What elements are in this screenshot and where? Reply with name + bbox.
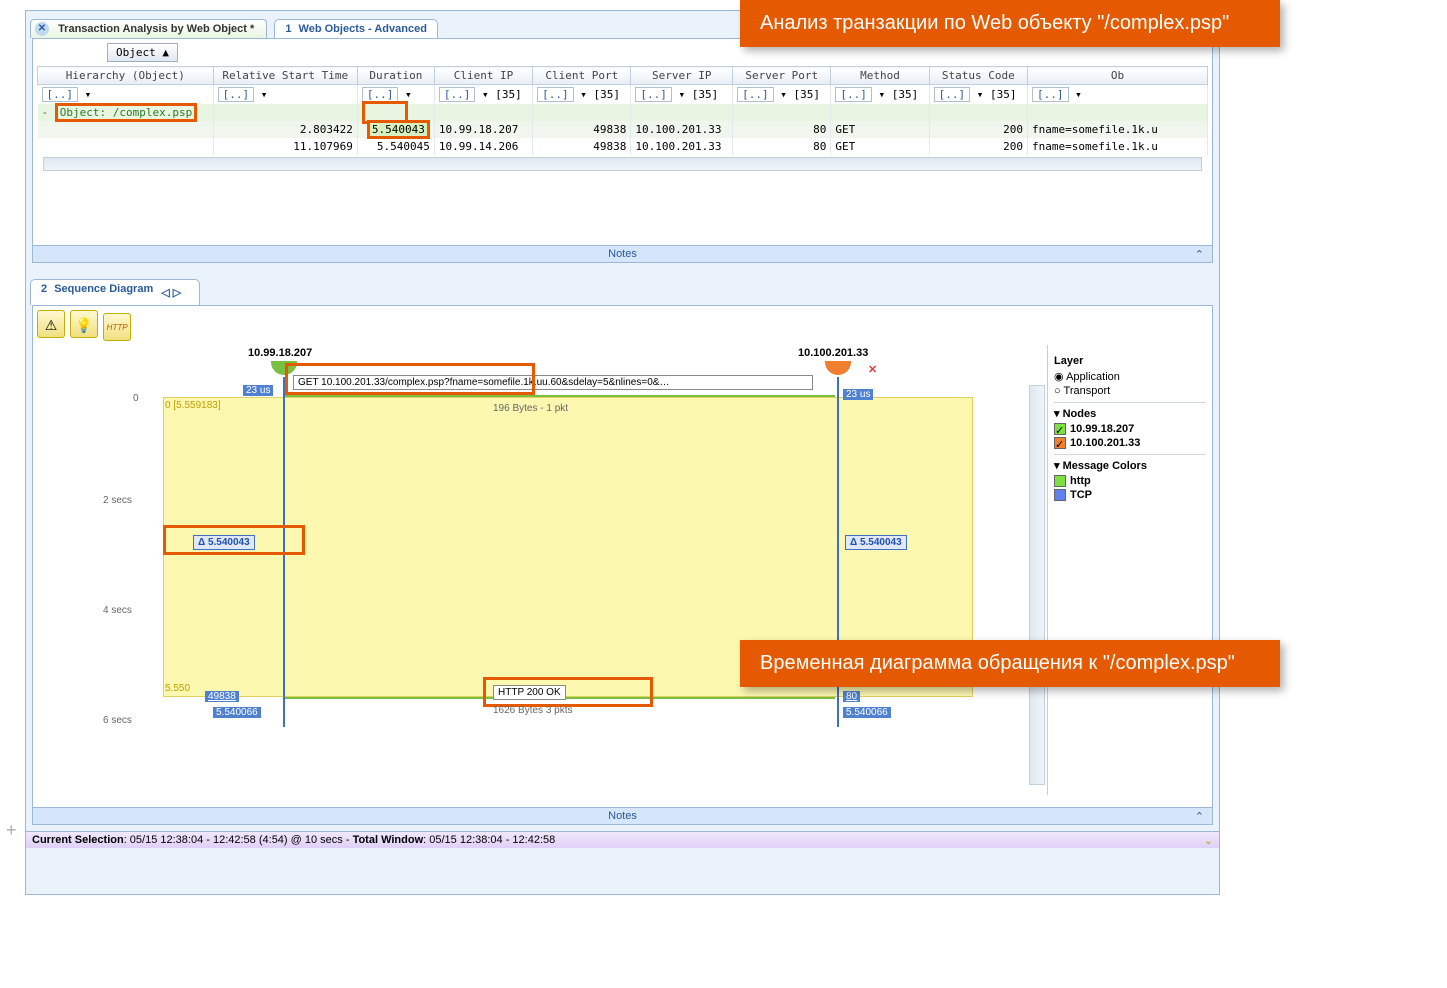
table-group-row[interactable]: - Object: /complex.psp bbox=[38, 104, 1208, 121]
filter-icon[interactable]: [..] bbox=[42, 87, 79, 102]
h-scrollbar[interactable] bbox=[43, 157, 1202, 171]
request-arrow bbox=[285, 395, 835, 397]
sequence-diagram[interactable]: 0 2 secs 4 secs 6 secs 0 [5.559183] 5.55… bbox=[33, 345, 1047, 795]
legend-tcp: TCP bbox=[1054, 488, 1206, 502]
objects-table: Hierarchy (Object) Relative Start Time D… bbox=[37, 66, 1208, 155]
check-node1[interactable]: ✓10.99.18.207 bbox=[1054, 422, 1206, 436]
layer-sidebar: Layer ◉ Application ○ Transport ▾ Nodes … bbox=[1047, 345, 1212, 795]
filter-icon[interactable]: [..] bbox=[635, 87, 672, 102]
filter-icon[interactable]: [..] bbox=[835, 87, 872, 102]
us-box: 23 us bbox=[243, 385, 273, 396]
filter-icon[interactable]: [..] bbox=[362, 87, 399, 102]
chevron-down-icon[interactable]: ⌄ bbox=[1204, 834, 1213, 847]
col-object[interactable]: Ob bbox=[1028, 67, 1208, 85]
highlight-req bbox=[285, 363, 535, 395]
filter-icon[interactable]: [..] bbox=[934, 87, 971, 102]
radio-application[interactable]: ◉ Application bbox=[1054, 369, 1206, 384]
highlight-resp bbox=[483, 677, 653, 707]
node2-label: 10.100.201.33 bbox=[798, 347, 868, 359]
time-end-1: 5.540066 bbox=[213, 707, 261, 718]
col-duration[interactable]: Duration bbox=[357, 67, 434, 85]
filter-icon[interactable]: [..] bbox=[737, 87, 774, 102]
group-by-dropdown[interactable]: Object ▲ bbox=[107, 43, 178, 62]
col-status[interactable]: Status Code bbox=[929, 67, 1027, 85]
node2-marker-icon bbox=[825, 361, 851, 375]
tab-web-objects[interactable]: 1 Web Objects - Advanced bbox=[274, 19, 438, 38]
col-client-ip[interactable]: Client IP bbox=[434, 67, 532, 85]
col-server-ip[interactable]: Server IP bbox=[631, 67, 733, 85]
legend-http: http bbox=[1054, 474, 1206, 488]
window-title: Transaction Analysis by Web Object * bbox=[58, 23, 254, 35]
col-client-port[interactable]: Client Port bbox=[533, 67, 631, 85]
close-icon[interactable]: ✕ bbox=[35, 22, 49, 36]
table-row[interactable]: 2.803422 5.540043 10.99.18.207 49838 10.… bbox=[38, 121, 1208, 138]
col-server-port[interactable]: Server Port bbox=[733, 67, 831, 85]
bulb-tool-icon[interactable]: 💡 bbox=[70, 310, 98, 338]
window-title-tab[interactable]: ✕ Transaction Analysis by Web Object * bbox=[30, 19, 267, 38]
nav-left-icon[interactable]: ◁ bbox=[161, 287, 169, 299]
tab-sequence[interactable]: 2 Sequence Diagram ◁ ▷ bbox=[30, 279, 200, 305]
filter-icon[interactable]: [..] bbox=[1032, 87, 1069, 102]
check-node2[interactable]: ✓10.100.201.33 bbox=[1054, 436, 1206, 450]
annotation-callout-2: Временная диаграмма обращения к "/comple… bbox=[740, 640, 1280, 687]
warning-tool-icon[interactable]: ⚠ bbox=[37, 310, 65, 338]
us-box: 23 us bbox=[843, 389, 873, 400]
filter-icon[interactable]: [..] bbox=[218, 87, 255, 102]
col-method[interactable]: Method bbox=[831, 67, 929, 85]
notes-bar[interactable]: Notes ⌃ bbox=[33, 245, 1212, 262]
filter-icon[interactable]: [..] bbox=[537, 87, 574, 102]
port-client: 49838 bbox=[205, 691, 239, 702]
http-tool-icon[interactable]: HTTP bbox=[103, 313, 131, 341]
annotation-callout-1: Анализ транзакции по Web объекту "/compl… bbox=[740, 0, 1280, 47]
col-rst[interactable]: Relative Start Time bbox=[213, 67, 357, 85]
col-hierarchy[interactable]: Hierarchy (Object) bbox=[38, 67, 214, 85]
chevron-up-icon[interactable]: ⌃ bbox=[1195, 810, 1204, 823]
sequence-panel: ⚠ 💡 HTTP 0 2 secs 4 secs 6 secs 0 [5.559… bbox=[32, 305, 1213, 825]
status-bar: Current Selection: 05/15 12:38:04 - 12:4… bbox=[26, 831, 1219, 848]
v-scrollbar[interactable] bbox=[1029, 385, 1045, 785]
nav-right-icon[interactable]: ▷ bbox=[173, 287, 181, 299]
filter-icon[interactable]: [..] bbox=[439, 87, 476, 102]
time-end-2: 5.540066 bbox=[843, 707, 891, 718]
table-row[interactable]: 11.107969 5.540045 10.99.14.206 49838 10… bbox=[38, 138, 1208, 155]
web-objects-panel: Object ▲ Hierarchy (Object) Relative Sta… bbox=[32, 38, 1213, 263]
notes-bar-2[interactable]: Notes ⌃ bbox=[33, 807, 1212, 824]
delta-box-2: Δ 5.540043 bbox=[845, 535, 907, 550]
node1-label: 10.99.18.207 bbox=[248, 347, 312, 359]
radio-transport[interactable]: ○ Transport bbox=[1054, 384, 1206, 398]
highlight-delta bbox=[163, 525, 305, 555]
close-node-icon[interactable]: ✕ bbox=[868, 363, 877, 376]
port-server: 80 bbox=[843, 691, 860, 702]
plus-icon: + bbox=[6, 820, 17, 841]
chevron-up-icon[interactable]: ⌃ bbox=[1195, 248, 1204, 261]
